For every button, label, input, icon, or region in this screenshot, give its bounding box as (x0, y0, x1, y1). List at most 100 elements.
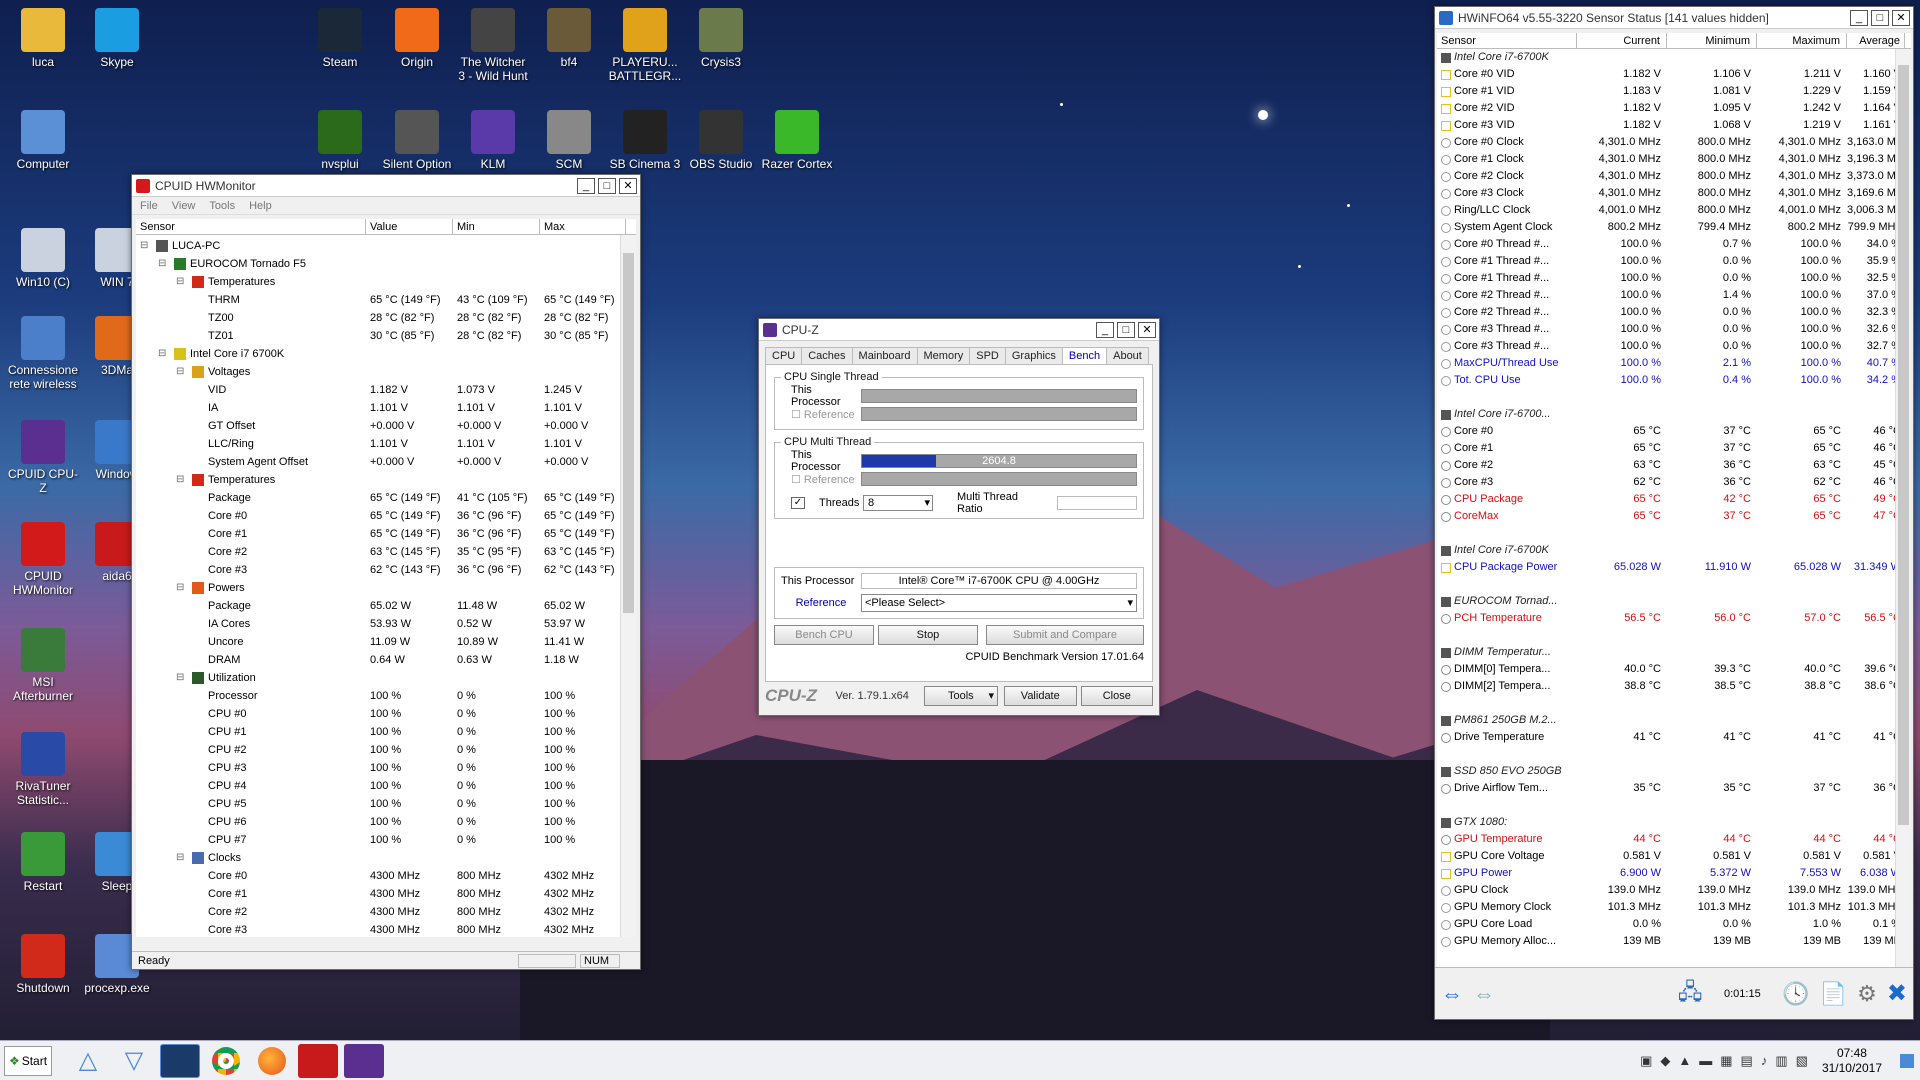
tab-cpu[interactable]: CPU (765, 347, 803, 364)
tray-icon[interactable]: ▣ (1640, 1053, 1652, 1069)
notification-icon[interactable] (1900, 1053, 1914, 1068)
sensor-row[interactable]: CPU #7 100 % 0 % 100 % (136, 831, 636, 849)
maximize-button[interactable]: □ (1871, 9, 1889, 26)
gear-icon[interactable]: ⚙ (1857, 981, 1877, 1007)
desktop-shortcut[interactable]: nvsplui (303, 110, 377, 171)
sensor-group-header[interactable] (1437, 746, 1911, 763)
sensor-row[interactable]: Core #0 VID 1.182 V 1.106 V 1.211 V 1.160 V (1437, 66, 1911, 83)
column-sensor[interactable]: Sensor (136, 219, 366, 234)
sensor-row[interactable]: Package 65.02 W 11.48 W 65.02 W (136, 597, 636, 615)
sensor-row[interactable]: MaxCPU/Thread Use 100.0 % 2.1 % 100.0 % 40.7… (1437, 355, 1911, 372)
sensor-row[interactable]: CPU Package 65 °C 42 °C 65 °C 49 °C (1437, 491, 1911, 508)
tree-node[interactable]: ⊟ Intel Core i7 6700K (136, 345, 636, 363)
cpuz-titlebar[interactable]: CPU-Z _ □ ✕ (759, 319, 1159, 341)
sensor-group-header[interactable] (1437, 389, 1911, 406)
sensor-row[interactable]: CPU #6 100 % 0 % 100 % (136, 813, 636, 831)
sensor-row[interactable]: GPU Clock 139.0 MHz 139.0 MHz 139.0 MHz 139.… (1437, 882, 1911, 899)
collapse-icon[interactable]: ⊟ (158, 345, 170, 363)
desktop-shortcut[interactable]: CPUID HWMonitor (6, 522, 80, 597)
reference-link[interactable]: Reference (781, 597, 861, 609)
sensor-row[interactable]: GPU Memory Alloc... 139 MB 139 MB 139 MB 139… (1437, 933, 1911, 950)
validate-button[interactable]: Validate (1004, 686, 1077, 706)
column-minimum[interactable]: Minimum (1667, 33, 1757, 48)
sensor-row[interactable]: Package 65 °C (149 °F) 41 °C (105 °F) 65 °C… (136, 489, 636, 507)
cpuz-taskbar-icon[interactable] (344, 1043, 384, 1078)
column-min[interactable]: Min (453, 219, 540, 234)
sensor-row[interactable]: Core #0 Thread #... 100.0 % 0.7 % 100.0 % 34… (1437, 236, 1911, 253)
tree-node[interactable]: ⊟ LUCA-PC (136, 237, 636, 255)
network-icon[interactable]: 🖧 (1678, 975, 1703, 1013)
desktop-shortcut[interactable]: bf4 (532, 8, 606, 69)
tree-node[interactable]: ⊟ Clocks (136, 849, 636, 867)
tab-memory[interactable]: Memory (916, 347, 971, 364)
clock-icon[interactable]: 🕓 (1782, 981, 1809, 1007)
multi-reference-label[interactable]: Reference (804, 474, 855, 486)
sensor-group-header[interactable]: Intel Core i7-6700... (1437, 406, 1911, 423)
sensor-row[interactable]: GPU Memory Clock 101.3 MHz 101.3 MHz 101.3 … (1437, 899, 1911, 916)
sensor-row[interactable]: TZ00 28 °C (82 °F) 28 °C (82 °F) 28 °C (82 … (136, 309, 636, 327)
sensor-row[interactable]: Core #3 VID 1.182 V 1.068 V 1.219 V 1.161 V (1437, 117, 1911, 134)
sensor-row[interactable]: Core #2 Thread #... 100.0 % 1.4 % 100.0 % 37… (1437, 287, 1911, 304)
volume-icon[interactable]: ♪ (1761, 1053, 1768, 1069)
sensor-row[interactable]: Processor 100 % 0 % 100 % (136, 687, 636, 705)
sensor-row[interactable]: IA 1.101 V 1.101 V 1.101 V (136, 399, 636, 417)
tree-node[interactable]: ⊟ Voltages (136, 363, 636, 381)
collapse-icon[interactable]: ⊟ (176, 363, 188, 381)
minimize-button[interactable]: _ (1850, 9, 1868, 26)
collapse-icon[interactable]: ⊟ (176, 849, 188, 867)
sensor-row[interactable]: Drive Temperature 41 °C 41 °C 41 °C 41 °C (1437, 729, 1911, 746)
desktop-shortcut[interactable]: Origin (380, 8, 454, 69)
firefox-icon[interactable] (252, 1044, 292, 1078)
desktop-shortcut[interactable]: Win10 (C) (6, 228, 80, 289)
sensor-group-header[interactable]: PM861 250GB M.2... (1437, 712, 1911, 729)
sensor-row[interactable]: Core #1 Thread #... 100.0 % 0.0 % 100.0 % 32… (1437, 270, 1911, 287)
column-value[interactable]: Value (366, 219, 453, 234)
desktop-shortcut[interactable]: MSI Afterburner (6, 628, 80, 703)
sensor-row[interactable]: Core #3 Thread #... 100.0 % 0.0 % 100.0 % 32… (1437, 321, 1911, 338)
collapse-icon[interactable]: ⊟ (176, 669, 188, 687)
tree-node[interactable]: ⊟ EUROCOM Tornado F5 (136, 255, 636, 273)
sensor-row[interactable]: Core #1 Clock 4,301.0 MHz 800.0 MHz 4,301.0… (1437, 151, 1911, 168)
maximize-button[interactable]: □ (1117, 321, 1135, 338)
sensor-row[interactable]: VID 1.182 V 1.073 V 1.245 V (136, 381, 636, 399)
bench-cpu-button[interactable]: Bench CPU (774, 625, 874, 645)
sensor-row[interactable]: GPU Core Voltage 0.581 V 0.581 V 0.581 V 0.5… (1437, 848, 1911, 865)
sensor-row[interactable]: PCH Temperature 56.5 °C 56.0 °C 57.0 °C 56.5… (1437, 610, 1911, 627)
sensor-row[interactable]: CPU #0 100 % 0 % 100 % (136, 705, 636, 723)
tab-graphics[interactable]: Graphics (1004, 347, 1063, 364)
single-reference-label[interactable]: Reference (804, 409, 855, 421)
hwmonitor-window[interactable]: CPUID HWMonitor _ □ ✕ File View Tools He… (131, 174, 641, 970)
sensor-row[interactable]: Core #1 65 °C (149 °F) 36 °C (96 °F) 65 °C … (136, 525, 636, 543)
desktop-shortcut[interactable]: Connessione rete wireless (6, 316, 80, 391)
sensor-row[interactable]: Uncore 11.09 W 10.89 W 11.41 W (136, 633, 636, 651)
reference-select[interactable]: <Please Select> ▾ (861, 594, 1137, 612)
sensor-group-header[interactable]: SSD 850 EVO 250GB (1437, 763, 1911, 780)
sensor-row[interactable]: Core #1 Thread #... 100.0 % 0.0 % 100.0 % 35… (1437, 253, 1911, 270)
hwmonitor-titlebar[interactable]: CPUID HWMonitor _ □ ✕ (132, 175, 640, 197)
sensor-row[interactable]: GPU Power 6.900 W 5.372 W 7.553 W 6.038 W (1437, 865, 1911, 882)
menu-help[interactable]: Help (249, 200, 272, 212)
sensor-row[interactable]: Core #3 62 °C (143 °F) 36 °C (96 °F) 62 °C … (136, 561, 636, 579)
menu-view[interactable]: View (172, 200, 196, 212)
close-button[interactable]: ✕ (1138, 321, 1156, 338)
collapse-icon[interactable]: ⊟ (176, 273, 188, 291)
sensor-group-header[interactable]: GTX 1080: (1437, 814, 1911, 831)
sensor-group-header[interactable]: EUROCOM Tornad... (1437, 593, 1911, 610)
close-icon[interactable]: ✖ (1887, 979, 1907, 1008)
sensor-row[interactable]: Core #0 Clock 4,301.0 MHz 800.0 MHz 4,301.0… (1437, 134, 1911, 151)
desktop-shortcut[interactable]: Shutdown (6, 934, 80, 995)
sensor-row[interactable]: CPU #2 100 % 0 % 100 % (136, 741, 636, 759)
desktop-shortcut[interactable]: PLAYERU... BATTLEGR... (608, 8, 682, 83)
sensor-row[interactable]: Core #2 VID 1.182 V 1.095 V 1.242 V 1.164 V (1437, 100, 1911, 117)
scrollbar-thumb[interactable] (623, 253, 634, 613)
sensor-row[interactable]: Core #3 Thread #... 100.0 % 0.0 % 100.0 % 32… (1437, 338, 1911, 355)
tree-node[interactable]: ⊟ Utilization (136, 669, 636, 687)
column-average[interactable]: Average (1847, 33, 1905, 48)
sensor-row[interactable]: Core #1 4300 MHz 800 MHz 4302 MHz (136, 885, 636, 903)
sensor-row[interactable]: Core #1 65 °C 37 °C 65 °C 46 °C (1437, 440, 1911, 457)
desktop-shortcut[interactable]: RivaTuner Statistic... (6, 732, 80, 807)
sensor-row[interactable]: IA Cores 53.93 W 0.52 W 53.97 W (136, 615, 636, 633)
arrows-left-right-icon[interactable]: ⇔ (1441, 981, 1463, 1007)
sensor-group-header[interactable] (1437, 525, 1911, 542)
sensor-row[interactable]: Core #1 VID 1.183 V 1.081 V 1.229 V 1.159 V (1437, 83, 1911, 100)
